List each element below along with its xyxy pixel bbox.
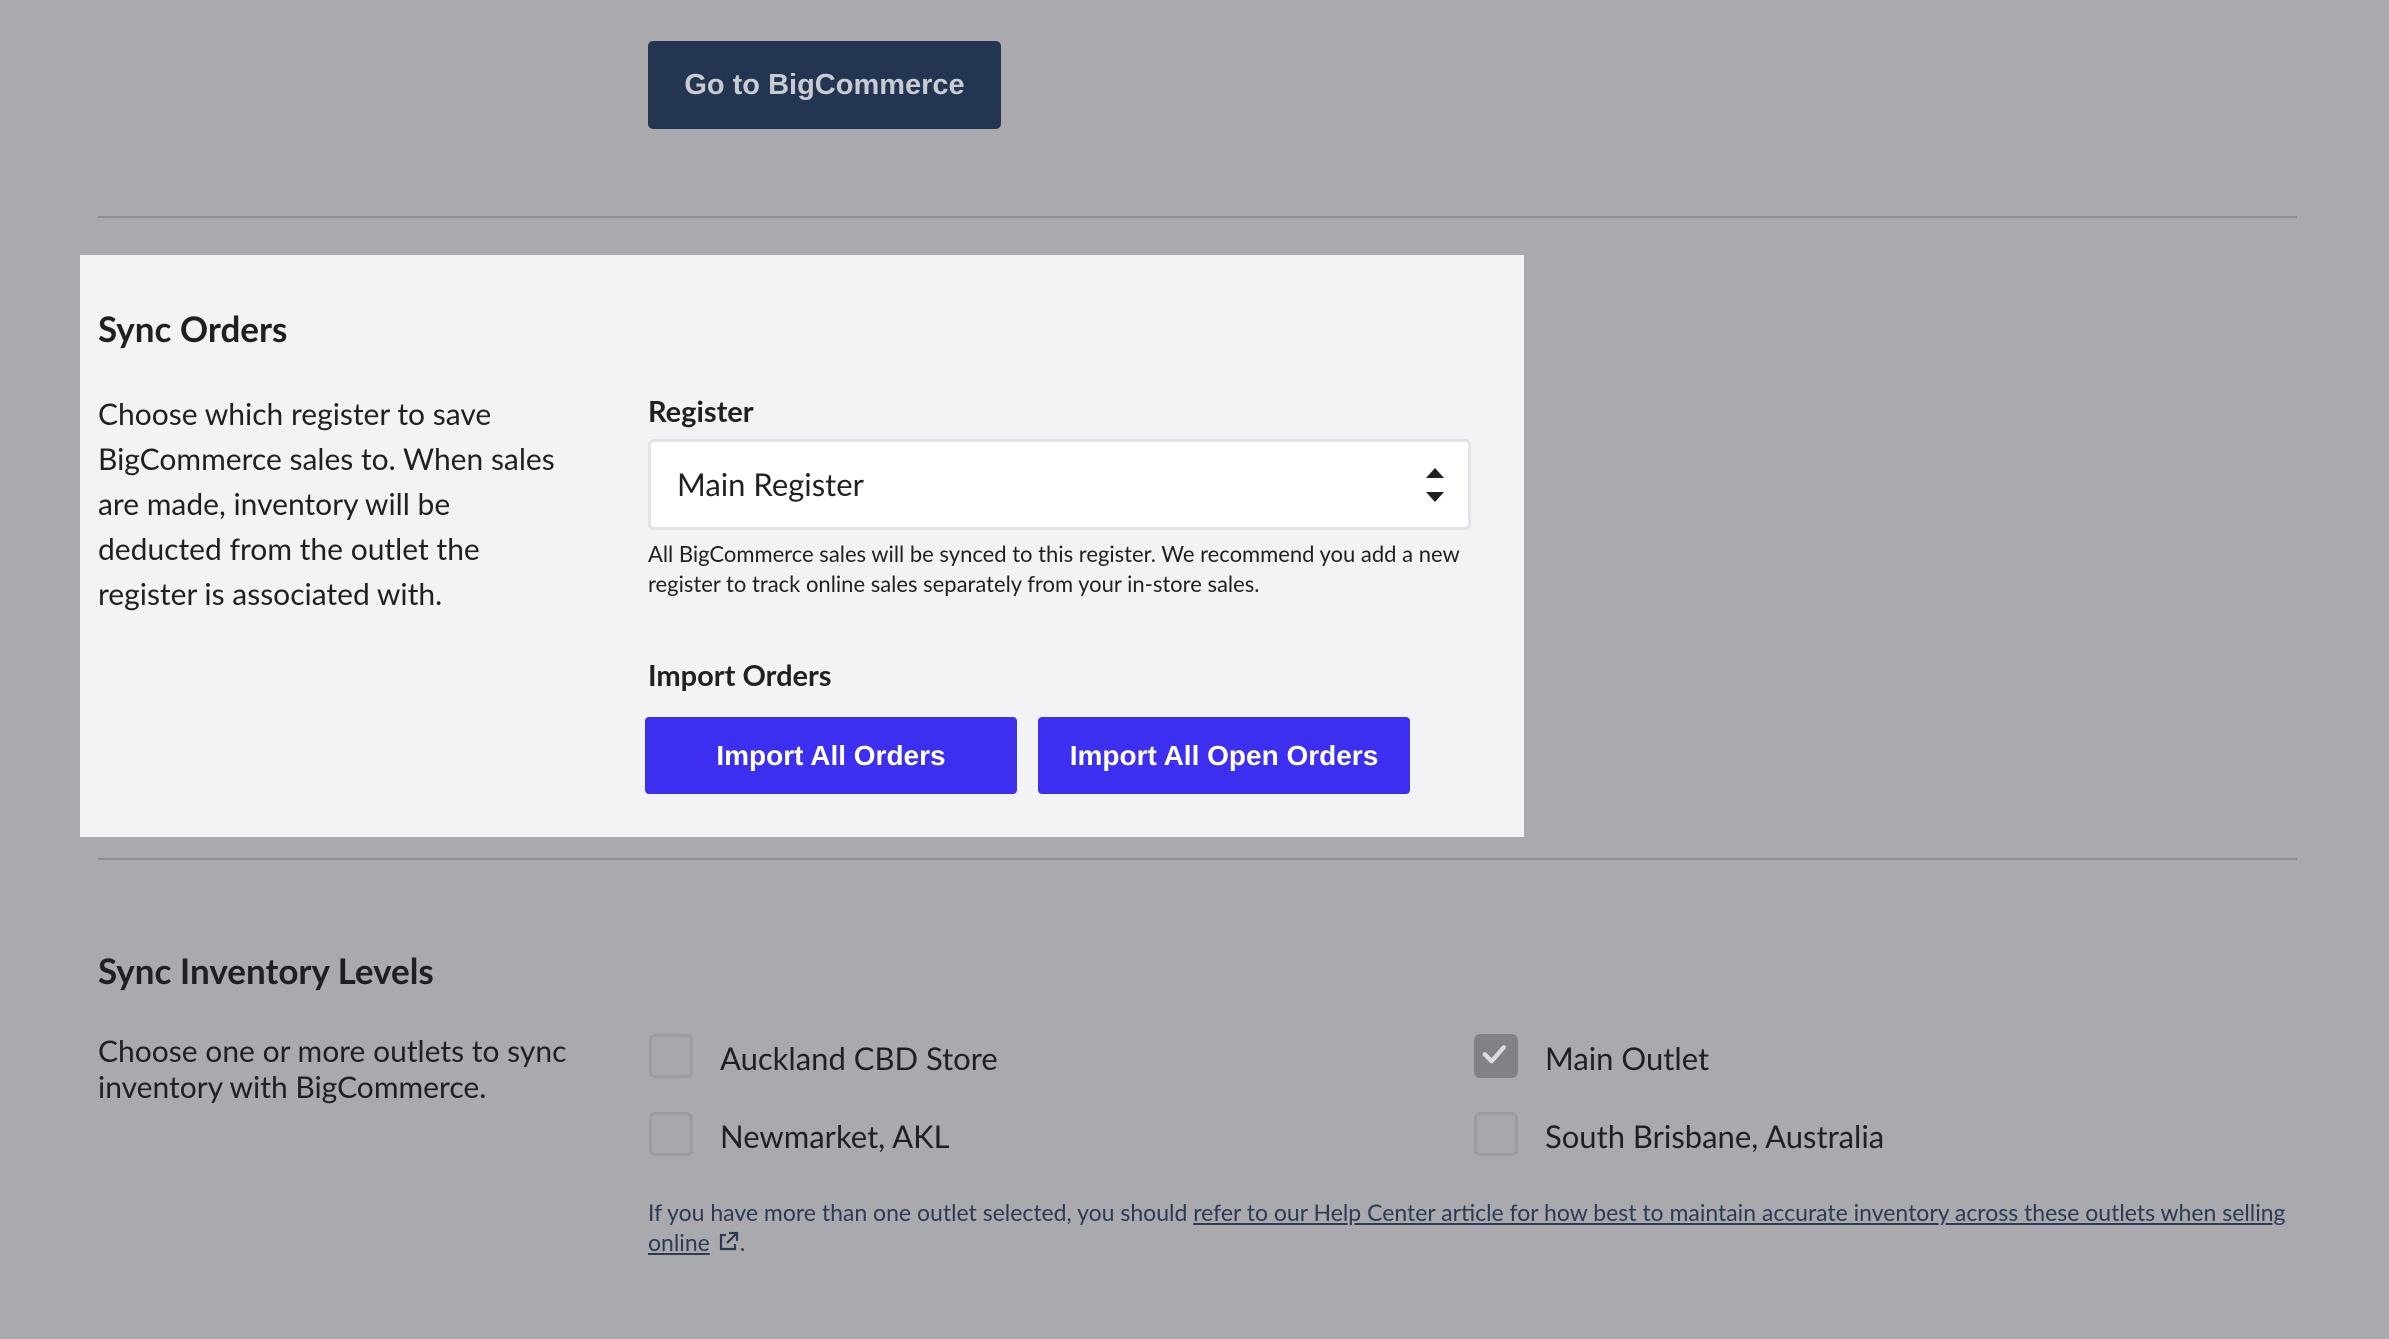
checkmark-icon — [1482, 1045, 1506, 1064]
register-label: Register — [648, 394, 754, 429]
register-select[interactable]: Main Register — [648, 439, 1471, 530]
sync-orders-title: Sync Orders — [98, 308, 288, 350]
sort-arrows-icon — [1426, 468, 1444, 502]
go-to-bigcommerce-button[interactable]: Go to BigCommerce — [648, 41, 1001, 129]
sync-inventory-description: Choose one or more outlets to sync inven… — [98, 1033, 567, 1105]
footnote-text: If you have more than one outlet selecte… — [648, 1198, 1194, 1226]
outlet-checkbox-auckland[interactable] — [649, 1034, 693, 1078]
divider — [98, 858, 2297, 860]
external-link-icon — [719, 1231, 738, 1251]
divider — [98, 216, 2297, 218]
sync-orders-description: Choose which register to save BigCommerc… — [98, 396, 555, 612]
inventory-footnote: If you have more than one outlet selecte… — [648, 1197, 2308, 1257]
import-orders-label: Import Orders — [648, 658, 832, 693]
import-all-orders-button[interactable]: Import All Orders — [645, 717, 1017, 794]
register-select-value: Main Register — [677, 465, 864, 503]
footnote-suffix: . — [739, 1228, 746, 1256]
outlet-label: South Brisbane, Australia — [1545, 1117, 1885, 1155]
sync-inventory-title: Sync Inventory Levels — [98, 950, 434, 992]
outlet-checkbox-main[interactable] — [1474, 1034, 1518, 1078]
outlet-label: Auckland CBD Store — [720, 1039, 998, 1077]
import-all-open-orders-button[interactable]: Import All Open Orders — [1038, 717, 1410, 794]
outlet-checkbox-newmarket[interactable] — [649, 1112, 693, 1156]
outlet-label: Main Outlet — [1545, 1039, 1710, 1077]
outlet-label: Newmarket, AKL — [720, 1117, 950, 1155]
outlet-checkbox-south-brisbane[interactable] — [1474, 1112, 1518, 1156]
register-help-text: All BigCommerce sales will be synced to … — [648, 540, 1460, 597]
